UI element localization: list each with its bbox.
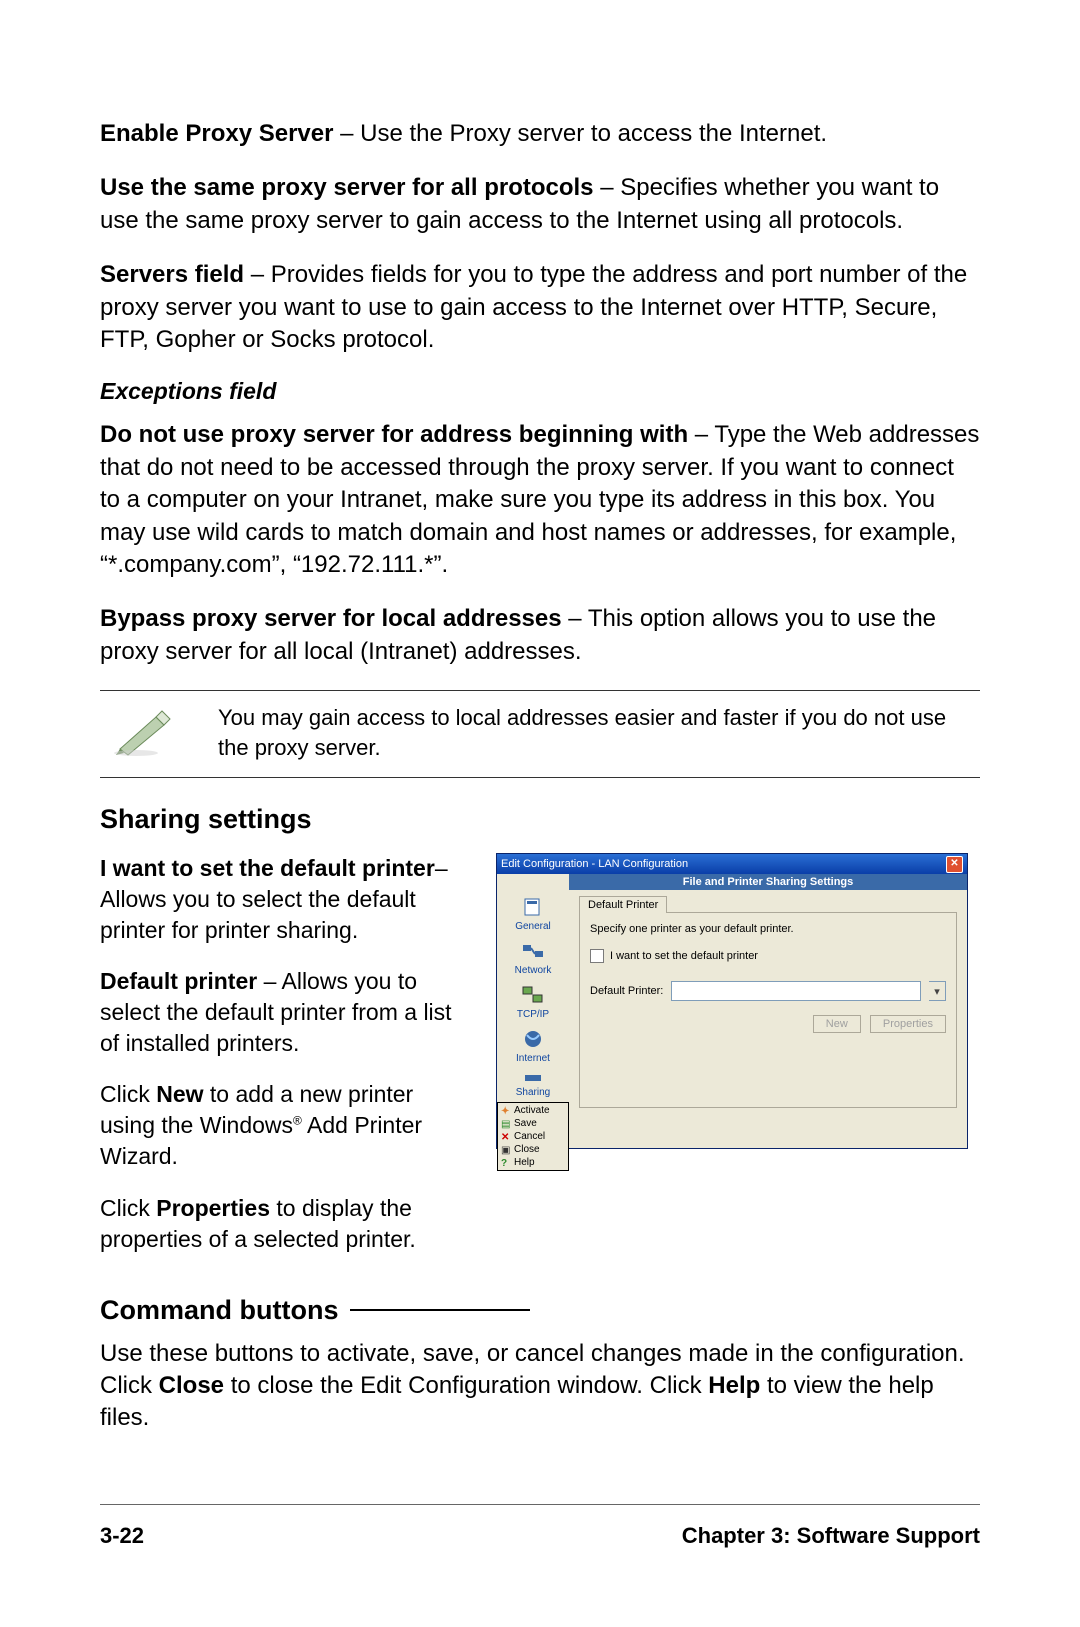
sharing-columns: I want to set the default printer– Allow…	[100, 853, 980, 1275]
para-bypass: Bypass proxy server for local addresses …	[100, 603, 980, 668]
group-caption: Specify one printer as your default prin…	[590, 923, 946, 935]
close-icon[interactable]: ✕	[946, 856, 963, 873]
cmd-save[interactable]: ▤Save	[500, 1118, 566, 1129]
button-row: New Properties	[590, 1015, 946, 1033]
default-printer-field-row: Default Printer: ▾	[590, 981, 946, 1001]
close-cmd-icon: ▣	[501, 1145, 511, 1155]
para-same-proxy: Use the same proxy server for all protoc…	[100, 172, 980, 237]
label: Sharing	[516, 1087, 550, 1098]
dropdown-arrow-icon[interactable]: ▾	[929, 981, 946, 1001]
label: Save	[514, 1118, 537, 1129]
para-servers-field: Servers field – Provides fields for you …	[100, 259, 980, 356]
b: Close	[159, 1372, 224, 1399]
command-buttons-box: ✦Activate ▤Save ✕Cancel ▣Close ?Help	[497, 1102, 569, 1171]
dialog-main: Default Printer Specify one printer as y…	[569, 890, 967, 1148]
new-button[interactable]: New	[813, 1015, 861, 1033]
dialog-subtitle: File and Printer Sharing Settings	[569, 874, 967, 890]
term: Use the same proxy server for all protoc…	[100, 174, 594, 201]
chapter-label: Chapter 3: Software Support	[682, 1523, 980, 1549]
dialog-title-text: Edit Configuration - LAN Configuration	[501, 854, 688, 874]
command-buttons-heading-row: Command buttons	[100, 1295, 980, 1326]
term: I want to set the default printer	[100, 855, 435, 881]
dialog-sidebar: General Network TCP/IP Internet	[497, 890, 569, 1148]
exceptions-heading: Exceptions field	[100, 378, 980, 405]
save-icon: ▤	[501, 1119, 511, 1129]
p-default: Default printer – Allows you to select t…	[100, 966, 470, 1059]
properties-button[interactable]: Properties	[870, 1015, 946, 1033]
p-properties: Click Properties to display the properti…	[100, 1193, 470, 1255]
pencil-note-icon	[100, 703, 190, 763]
field-label: Default Printer:	[590, 985, 663, 997]
sharing-text-col: I want to set the default printer– Allow…	[100, 853, 470, 1275]
cancel-icon: ✕	[501, 1132, 511, 1142]
tcpip-icon	[520, 985, 546, 1007]
page-number: 3-22	[100, 1523, 144, 1549]
para-enable-proxy: Enable Proxy Server – Use the Proxy serv…	[100, 118, 980, 150]
edit-config-dialog: Edit Configuration - LAN Configuration ✕…	[496, 853, 968, 1149]
t: Click	[100, 1081, 156, 1107]
term: Servers field	[100, 261, 244, 288]
checkbox-row[interactable]: I want to set the default printer	[590, 949, 946, 963]
label: Activate	[514, 1105, 550, 1116]
t: Click	[100, 1195, 156, 1221]
note-text: You may gain access to local addresses e…	[218, 703, 980, 762]
command-buttons-heading: Command buttons	[100, 1295, 338, 1326]
callout-rule	[350, 1309, 530, 1311]
checkbox-set-default[interactable]	[590, 949, 604, 963]
term: Default printer	[100, 968, 257, 994]
command-buttons-para: Use these buttons to activate, save, or …	[100, 1338, 980, 1435]
sharing-heading: Sharing settings	[100, 804, 980, 835]
cmd-close[interactable]: ▣Close	[500, 1144, 566, 1155]
default-printer-dropdown[interactable]	[671, 981, 921, 1001]
label: Cancel	[514, 1131, 545, 1142]
sidebar-item-sharing[interactable]: Sharing	[497, 1070, 569, 1102]
para-do-not-use: Do not use proxy server for address begi…	[100, 419, 980, 581]
sidebar-item-tcpip[interactable]: TCP/IP	[497, 982, 569, 1026]
tab-default-printer[interactable]: Default Printer	[579, 896, 667, 913]
default-printer-group: Specify one printer as your default prin…	[579, 912, 957, 1108]
page-content: Enable Proxy Server – Use the Proxy serv…	[0, 0, 1080, 1435]
sidebar-item-general[interactable]: General	[497, 894, 569, 938]
sidebar-item-network[interactable]: Network	[497, 938, 569, 982]
cmd-help[interactable]: ?Help	[500, 1157, 566, 1168]
plus-icon: ✦	[501, 1106, 511, 1116]
reg: ®	[293, 1114, 302, 1128]
label: Close	[514, 1144, 540, 1155]
label: Help	[514, 1157, 535, 1168]
internet-icon	[520, 1029, 546, 1051]
dialog-titlebar: Edit Configuration - LAN Configuration ✕	[497, 854, 967, 874]
sharing-icon	[520, 1073, 546, 1085]
label: TCP/IP	[517, 1009, 549, 1020]
sidebar-item-internet[interactable]: Internet	[497, 1026, 569, 1070]
label: Internet	[516, 1053, 550, 1064]
checkbox-label: I want to set the default printer	[610, 950, 758, 962]
dialog-body: General Network TCP/IP Internet	[497, 890, 967, 1148]
general-icon	[520, 897, 546, 919]
p-want: I want to set the default printer– Allow…	[100, 853, 470, 946]
p-new: Click New to add a new printer using the…	[100, 1079, 470, 1172]
page-footer: 3-22 Chapter 3: Software Support	[100, 1504, 980, 1549]
term: Enable Proxy Server	[100, 120, 333, 147]
term: Bypass proxy server for local addresses	[100, 605, 562, 632]
cmd-activate[interactable]: ✦Activate	[500, 1105, 566, 1116]
label: Network	[515, 965, 552, 976]
term: Do not use proxy server for address begi…	[100, 421, 688, 448]
t: to close the Edit Configuration window. …	[224, 1372, 708, 1399]
desc: – Use the Proxy server to access the Int…	[333, 120, 827, 147]
note-block: You may gain access to local addresses e…	[100, 690, 980, 778]
b: Help	[708, 1372, 760, 1399]
label: General	[515, 921, 551, 932]
cmd-cancel[interactable]: ✕Cancel	[500, 1131, 566, 1142]
b: Properties	[156, 1195, 270, 1221]
help-icon: ?	[501, 1158, 511, 1168]
b: New	[156, 1081, 203, 1107]
network-icon	[520, 941, 546, 963]
